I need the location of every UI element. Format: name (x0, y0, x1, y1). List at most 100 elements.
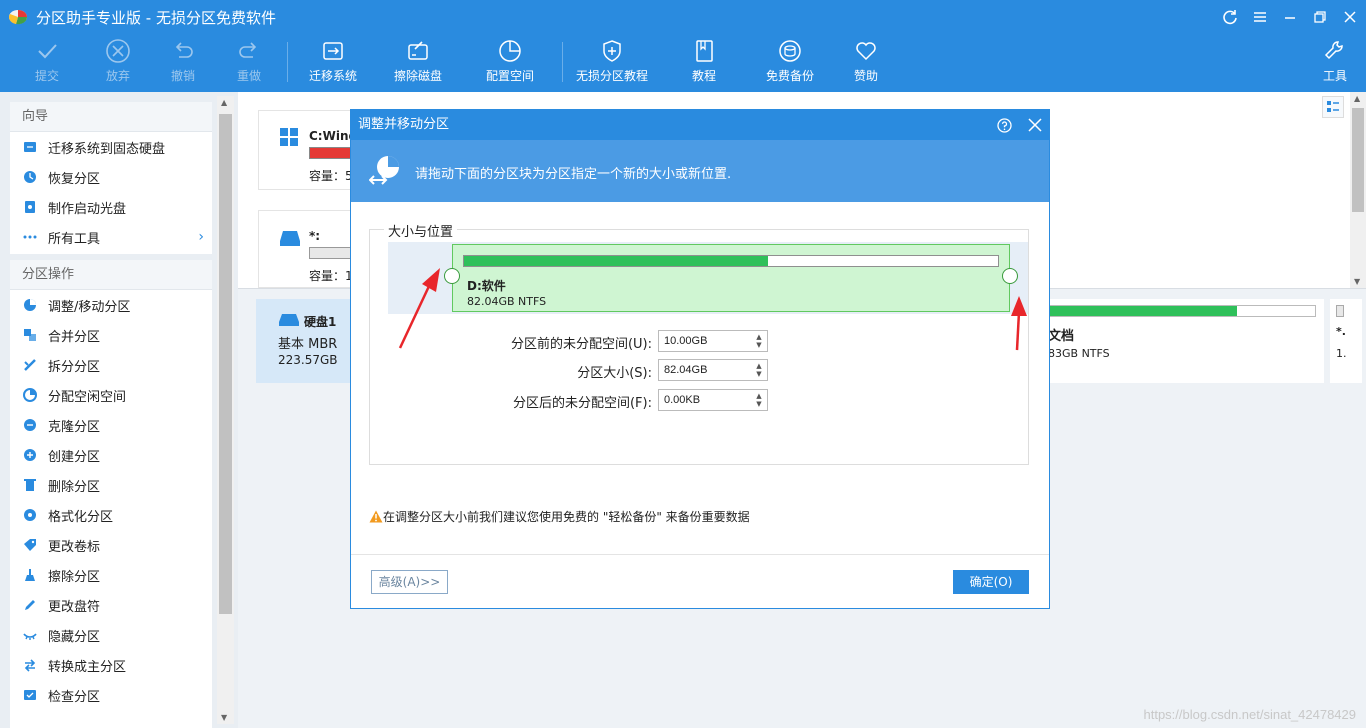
sponsor-button[interactable]: 赞助 (826, 36, 906, 88)
sidebar-item-clone[interactable]: 克隆分区 (10, 410, 212, 440)
unallocated-before-label: 分区前的未分配空间(U): (510, 337, 652, 352)
menu-button[interactable] (1249, 6, 1271, 28)
heart-icon (856, 42, 876, 61)
left-resize-handle[interactable] (444, 268, 460, 284)
redo-icon (239, 42, 257, 58)
refresh-button[interactable] (1219, 6, 1241, 28)
tutorial-button[interactable]: 教程 (664, 36, 744, 88)
sidebar-item-restore-partition[interactable]: 恢复分区 (10, 162, 212, 192)
sidebar-item-delete[interactable]: 删除分区 (10, 470, 212, 500)
wizard-panel: 向导 迁移系统到固态硬盘 恢复分区 制作启动光盘 所有工具 › (10, 102, 212, 254)
sidebar-item-format[interactable]: 格式化分区 (10, 500, 212, 530)
create-icon (22, 447, 38, 463)
spin-arrows-icon[interactable]: ▲ ▼ (751, 390, 767, 410)
documents-partition-info: 83GB NTFS (1048, 347, 1110, 360)
free-backup-button[interactable]: 免费备份 (750, 36, 830, 88)
sidebar-scrollbar[interactable]: ▲ ▼ (217, 96, 234, 724)
book-icon (696, 40, 713, 62)
upper-scrollbar[interactable]: ▲ ▼ (1350, 92, 1366, 288)
format-icon (22, 507, 38, 523)
documents-usage-fill (1037, 306, 1238, 316)
clone-icon (22, 417, 38, 433)
dialog-footer: 高级(A)>> 确定(O) (351, 554, 1049, 608)
scroll-down-icon[interactable]: ▼ (221, 713, 227, 722)
sidebar-item-boot-disc[interactable]: 制作启动光盘 (10, 192, 212, 222)
resize-partition-icon (369, 156, 399, 185)
ok-button[interactable]: 确定(O) (953, 570, 1029, 594)
partition-usage-fill (464, 256, 769, 266)
migrate-os-button[interactable]: 迁移系统 (293, 36, 373, 88)
help-icon[interactable] (997, 118, 1012, 133)
redo-button[interactable]: 重做 (209, 36, 289, 88)
tutorial-nondestructive-button[interactable]: 无损分区教程 (572, 36, 652, 88)
wipe-disk-button[interactable]: 擦除磁盘 (378, 36, 458, 88)
size-position-group: 大小与位置 D:软件 82.04GB NTFS 分区前的未分配空间(U): 10… (369, 221, 1030, 465)
cancel-circle-icon (106, 39, 130, 63)
wipe-icon (22, 567, 38, 583)
advanced-button[interactable]: 高级(A)>> (371, 570, 448, 594)
sidebar-item-create[interactable]: 创建分区 (10, 440, 212, 470)
bootdisc-icon (22, 199, 38, 215)
submit-button[interactable]: 提交 (7, 36, 87, 88)
label-icon (22, 537, 38, 553)
partition-size-input[interactable]: 82.04GB ▲ ▼ (658, 359, 768, 381)
partition-card-c[interactable]: C:Windo 容量：5 (258, 110, 365, 190)
minimize-icon (1285, 17, 1295, 19)
dialog-close-icon[interactable] (1028, 118, 1042, 132)
partition-card-unallocated[interactable]: *: 容量：1 (258, 210, 358, 288)
menu-icon (1254, 12, 1266, 22)
backup-icon (779, 40, 801, 62)
sidebar-item-split[interactable]: 拆分分区 (10, 350, 212, 380)
sidebar-item-migrate-ssd[interactable]: 迁移系统到固态硬盘 (10, 132, 212, 162)
spin-arrows-icon[interactable]: ▲ ▼ (751, 331, 767, 351)
wrench-icon (1324, 41, 1343, 60)
merge-icon (22, 327, 38, 343)
allocate-space-button[interactable]: 配置空间 (470, 36, 550, 88)
sidebar: 向导 迁移系统到固态硬盘 恢复分区 制作启动光盘 所有工具 › 分区操作 调整/… (0, 92, 238, 728)
partition-card-c-capacity: 容量：5 (309, 169, 353, 183)
restore-button[interactable] (1309, 6, 1331, 28)
unallocated-after-row: 分区后的未分配空间(F): 0.00KB ▲ ▼ (370, 389, 1030, 411)
sidebar-item-wipe[interactable]: 擦除分区 (10, 560, 212, 590)
right-resize-handle[interactable] (1002, 268, 1018, 284)
more-icon (22, 229, 38, 245)
unallocated-after-label: 分区后的未分配空间(F): (512, 396, 652, 411)
partition-block[interactable]: D:软件 82.04GB NTFS (452, 244, 1010, 312)
partition-slider-track[interactable]: D:软件 82.04GB NTFS (388, 242, 1028, 314)
sidebar-item-merge[interactable]: 合并分区 (10, 320, 212, 350)
list-view-icon (1327, 101, 1339, 112)
close-button[interactable] (1339, 6, 1361, 28)
scroll-up-icon[interactable]: ▲ (221, 98, 227, 107)
extra-partition-name: *. (1336, 325, 1346, 338)
watermark: https://blog.csdn.net/sinat_42478429 (1143, 707, 1357, 722)
unallocated-after-input[interactable]: 0.00KB ▲ ▼ (658, 389, 768, 411)
restore-icon (22, 169, 38, 185)
migrate-icon (22, 139, 38, 155)
partition-card-unallocated-capacity: 容量：1 (309, 269, 353, 283)
sidebar-item-hide[interactable]: 隐藏分区 (10, 620, 212, 650)
disk-partition-extra[interactable]: *. 1. (1330, 299, 1362, 383)
view-toggle-button[interactable] (1322, 96, 1344, 118)
sidebar-item-check[interactable]: 检查分区 (10, 680, 212, 710)
disk-1-info[interactable]: 硬盘1 基本 MBR 223.57GB (256, 299, 354, 383)
scroll-down-icon[interactable]: ▼ (1354, 277, 1360, 286)
disk-1-size: 223.57GB (278, 353, 338, 367)
dialog-title: 调整并移动分区 (358, 117, 450, 132)
sidebar-scrollbar-thumb[interactable] (219, 114, 232, 614)
scroll-up-icon[interactable]: ▲ (1354, 94, 1360, 103)
sidebar-item-change-letter[interactable]: 更改盘符 (10, 590, 212, 620)
sidebar-item-all-tools[interactable]: 所有工具 › (10, 222, 212, 252)
dialog-banner: 请拖动下面的分区块为分区指定一个新的大小或新位置. (351, 140, 1049, 202)
minimize-button[interactable] (1279, 6, 1301, 28)
spin-arrows-icon[interactable]: ▲ ▼ (751, 360, 767, 380)
disk-partition-documents[interactable]: 文档 83GB NTFS (1018, 299, 1324, 383)
tools-button[interactable]: 工具 (1295, 36, 1366, 88)
sidebar-item-allocate[interactable]: 分配空闲空间 (10, 380, 212, 410)
upper-scrollbar-thumb[interactable] (1352, 108, 1364, 212)
sidebar-item-change-label[interactable]: 更改卷标 (10, 530, 212, 560)
sidebar-item-resize[interactable]: 调整/移动分区 (10, 290, 212, 320)
unallocated-before-input[interactable]: 10.00GB ▲ ▼ (658, 330, 768, 352)
sidebar-item-convert-primary[interactable]: 转换成主分区 (10, 650, 212, 680)
hide-icon (22, 627, 38, 643)
disk-1-name: 硬盘1 (304, 315, 337, 329)
